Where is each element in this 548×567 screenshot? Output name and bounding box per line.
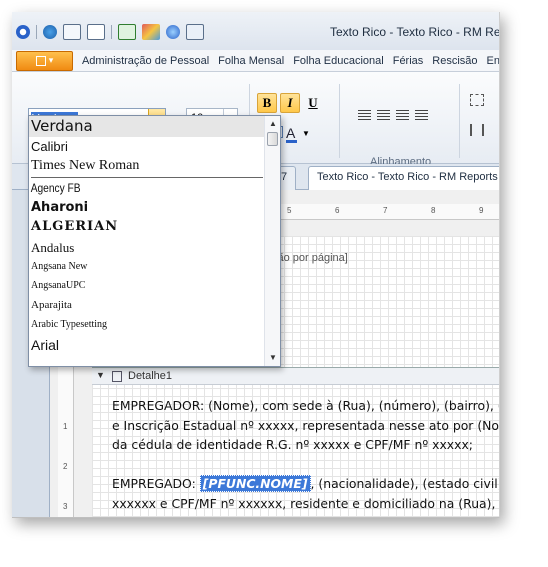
font-option-arabic-typesetting[interactable]: Arabic Typesetting (29, 315, 265, 335)
title-bar: Texto Rico - Texto Rico - RM Reports (12, 12, 500, 50)
menu-item[interactable]: En (487, 55, 499, 67)
app-logo-icon[interactable] (16, 25, 30, 39)
rich-text-content[interactable]: EMPREGADOR: (Nome), com sede à (Rua), (n… (112, 396, 500, 514)
font-color-label: A (286, 125, 296, 141)
window-icon[interactable] (87, 24, 105, 40)
underline-button[interactable]: U (303, 93, 323, 113)
ruler-tick: 1 (63, 422, 68, 431)
menu-bar: ▾ Administração de Pessoal Folha Mensal … (12, 50, 499, 72)
font-option-verdana[interactable]: Verdana (29, 116, 265, 137)
detail-band-header[interactable]: ▼ Detalhe1 (92, 367, 499, 385)
detail-band-label: Detalhe1 (128, 370, 173, 382)
menu-item[interactable]: Rescisão (432, 55, 477, 67)
align-right-icon[interactable] (396, 110, 409, 120)
tab-texto-rico[interactable]: Texto Rico - Texto Rico - RM Reports (308, 166, 499, 190)
font-list: Verdana Calibri Times New Roman Agency F… (29, 116, 265, 355)
ruler-tick: 2 (63, 462, 68, 471)
chevron-down-icon: ▾ (48, 55, 54, 65)
band-icon (112, 371, 122, 382)
align-center-icon[interactable] (377, 110, 390, 120)
ruler-tick: 6 (335, 206, 340, 215)
text-line: xxxxxx e CPF/MF nº xxxxxx, residente e d… (112, 495, 500, 511)
text-line: da cédula de identidade R.G. nº xxxxx e … (112, 437, 473, 453)
separator (339, 84, 340, 158)
ruler-tick: 7 (383, 206, 388, 215)
window-add-icon[interactable] (63, 24, 81, 40)
align-left-icon[interactable] (358, 110, 371, 120)
chevron-down-icon[interactable]: ▼ (302, 129, 310, 138)
app-menu-button[interactable]: ▾ (16, 50, 73, 71)
text-line: EMPREGADOR: (Nome), com sede à (Rua), (n… (112, 398, 500, 413)
layout-icon[interactable] (470, 94, 484, 106)
text-segment: EMPREGADO: (112, 476, 200, 492)
separator (111, 25, 112, 39)
document-icon (35, 55, 46, 66)
font-option-aparajita[interactable]: Aparajita (29, 295, 265, 315)
separator (31, 177, 263, 178)
scroll-down-icon[interactable]: ▼ (268, 353, 278, 363)
text-segment: , (nacionalidade), (estado civil), (310, 476, 500, 492)
font-option-aharoni[interactable]: Aharoni (29, 198, 265, 217)
text-line: EMPREGADO: [PFUNC.NOME], (nacionalidade)… (112, 474, 500, 494)
chevron-down-icon[interactable]: ▼ (96, 370, 105, 380)
font-option-andalus[interactable]: Andalus (29, 237, 265, 258)
font-option-arial[interactable]: Arial (29, 335, 265, 355)
globe-icon[interactable] (43, 25, 57, 39)
color-swatch (286, 140, 297, 143)
alignment-buttons (358, 110, 428, 120)
menu-item[interactable]: Administração de Pessoal (82, 55, 209, 67)
window-title: Texto Rico - Texto Rico - RM Reports (330, 25, 500, 39)
italic-button[interactable]: I (280, 93, 300, 113)
app-window: Texto Rico - Texto Rico - RM Reports ▾ A… (12, 12, 500, 518)
bold-button[interactable]: B (257, 93, 277, 113)
font-option-times-new-roman[interactable]: Times New Roman (29, 156, 265, 176)
text-line: e Inscrição Estadual nº xxxxx, represent… (112, 417, 500, 433)
separator (459, 84, 460, 158)
run-icon[interactable] (118, 24, 136, 40)
ruler-tick: 5 (287, 206, 292, 215)
menu-item[interactable]: Folha Educacional (293, 55, 384, 67)
brush-icon[interactable] (142, 24, 160, 40)
quick-access-toolbar (16, 22, 204, 42)
copy-icon[interactable] (186, 24, 204, 40)
menu-item[interactable]: Férias (393, 55, 424, 67)
font-option-algerian[interactable]: ALGERIAN (29, 217, 265, 237)
ruler-tick: 8 (431, 206, 436, 215)
scroll-up-icon[interactable]: ▲ (268, 119, 278, 129)
font-option-angsana-new[interactable]: Angsana New (29, 258, 265, 276)
ruler-tick: 3 (63, 502, 68, 511)
font-option-agency-fb[interactable]: Agency FB (29, 179, 230, 198)
network-icon[interactable] (166, 25, 180, 39)
font-option-angsanaupc[interactable]: AngsanaUPC (29, 276, 265, 295)
distribute-icon[interactable] (470, 124, 484, 136)
dropdown-scrollbar[interactable]: ▲ ▼ (264, 116, 280, 366)
menu-item[interactable]: Folha Mensal (218, 55, 284, 67)
align-justify-icon[interactable] (415, 110, 428, 120)
scroll-thumb[interactable] (267, 132, 278, 146)
page-header-band-label: ção por página] (272, 252, 348, 264)
merge-field-pfunc-nome[interactable]: [PFUNC.NOME] (199, 475, 311, 493)
separator (36, 25, 37, 39)
ruler-tick: 9 (479, 206, 484, 215)
font-option-calibri[interactable]: Calibri (29, 137, 265, 156)
font-color-button[interactable]: A (286, 125, 297, 143)
font-name-dropdown-list[interactable]: Verdana Calibri Times New Roman Agency F… (28, 115, 281, 367)
